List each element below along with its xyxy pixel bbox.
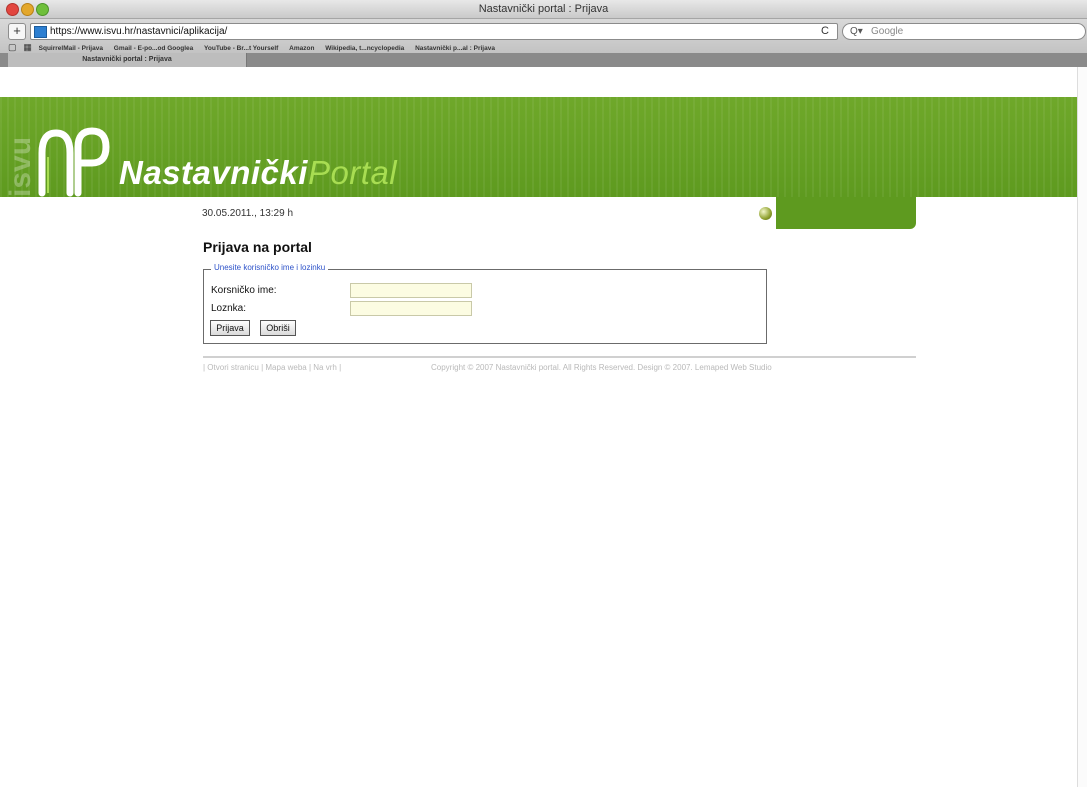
- search-placeholder: Google: [871, 26, 904, 37]
- clear-button[interactable]: Obriši: [260, 320, 296, 336]
- search-icon: Q▾: [850, 26, 863, 37]
- page-title: Prijava na portal: [203, 239, 312, 255]
- top-sites-icon[interactable]: ▦: [23, 41, 32, 53]
- scrollbar-track[interactable]: [1077, 67, 1087, 787]
- brand-part2: Portal: [307, 154, 398, 191]
- date-time-text: 30.05.2011., 13:29 h: [202, 208, 294, 219]
- np-logo-icon: [38, 127, 110, 197]
- login-legend: Unesite korisničko ime i lozinku: [211, 263, 329, 272]
- brand-part1: Nastavnički: [119, 154, 308, 191]
- username-field[interactable]: [350, 283, 472, 298]
- search-input[interactable]: Q▾ Google: [842, 23, 1086, 40]
- brand-title: NastavničkiPortal: [119, 153, 397, 193]
- login-button[interactable]: Prijava: [210, 320, 250, 336]
- footer-divider: [203, 356, 916, 358]
- isvu-side-mark: isvu: [4, 136, 37, 197]
- page-viewport: isvu NastavničkiPortal 30.05.2011., 13:2…: [0, 67, 1077, 787]
- header-tail: [776, 197, 916, 229]
- browser-toolbar: + https://www.isvu.hr/nastavnici/aplikac…: [0, 19, 1087, 53]
- tab-active[interactable]: Nastavnički portal : Prijava: [8, 53, 247, 67]
- footer-links[interactable]: | Otvori stranicu | Mapa weba | Na vrh |: [203, 363, 341, 372]
- url-text[interactable]: https://www.isvu.hr/nastavnici/aplikacij…: [50, 24, 227, 39]
- window-title: Nastavnički portal : Prijava: [478, 3, 609, 15]
- bookmarks-bar: ▢ ▦ SquirrelMail - Prijava Gmail - E-po.…: [8, 41, 504, 53]
- password-label: Loznka:: [211, 303, 247, 314]
- date-bar: 30.05.2011., 13:29 h: [196, 203, 776, 225]
- username-label: Korsničko ime:: [211, 285, 277, 296]
- footer-copyright: Copyright © 2007 Nastavnički portal. All…: [431, 363, 772, 372]
- window-titlebar: Nastavnički portal : Prijava: [0, 0, 1087, 19]
- add-bookmark-button[interactable]: +: [8, 23, 26, 40]
- address-bar[interactable]: https://www.isvu.hr/nastavnici/aplikacij…: [30, 23, 838, 40]
- status-globe-icon[interactable]: [759, 207, 772, 220]
- password-field[interactable]: [350, 301, 472, 316]
- reload-icon[interactable]: C: [821, 24, 829, 39]
- reading-list-icon[interactable]: ▢: [8, 41, 17, 53]
- login-fieldset: Unesite korisničko ime i lozinku Korsnič…: [203, 263, 767, 344]
- tab-strip: Nastavnički portal : Prijava: [0, 53, 1087, 67]
- site-favicon-icon: [34, 26, 47, 38]
